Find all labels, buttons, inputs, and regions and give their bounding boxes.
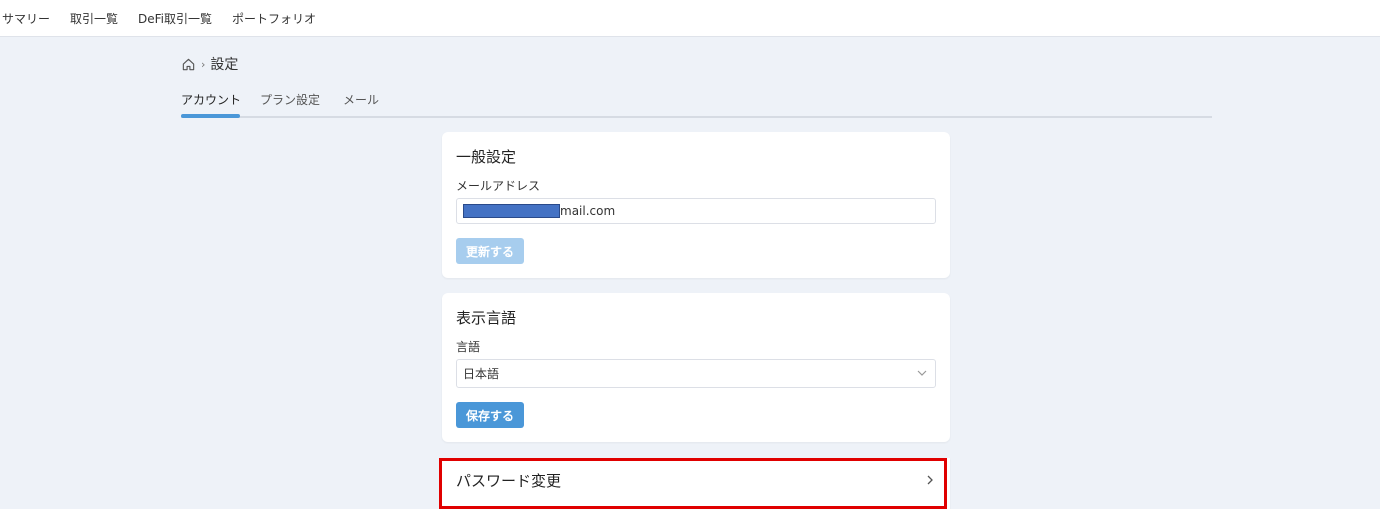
active-tab-indicator xyxy=(181,114,240,118)
general-settings-card: 一般設定 メールアドレス mail.com 更新する xyxy=(442,132,950,278)
email-label: メールアドレス xyxy=(456,179,541,193)
page-title: 設定 xyxy=(210,57,239,73)
chevron-right-icon xyxy=(927,475,933,485)
update-email-button[interactable]: 更新する xyxy=(456,238,525,264)
general-settings-heading: 一般設定 xyxy=(456,148,517,166)
password-change-card: パスワード変更 xyxy=(442,458,950,509)
chevron-down-icon xyxy=(917,370,927,376)
top-navigation: サマリー 取引一覧 DeFi取引一覧 ポートフォリオ xyxy=(0,0,1380,37)
save-language-button[interactable]: 保存する xyxy=(456,402,525,428)
password-change-label: パスワード変更 xyxy=(456,472,562,490)
breadcrumb: › 設定 xyxy=(181,54,238,74)
redacted-email-part xyxy=(463,204,560,218)
nav-transactions[interactable]: 取引一覧 xyxy=(70,10,118,27)
language-heading: 表示言語 xyxy=(456,309,517,327)
tab-plan-settings[interactable]: プラン設定 xyxy=(260,91,320,108)
tab-account[interactable]: アカウント xyxy=(181,91,241,108)
language-field-label: 言語 xyxy=(456,340,481,354)
language-select[interactable]: 日本語 xyxy=(456,359,936,388)
tab-mail[interactable]: メール xyxy=(343,91,379,108)
password-change-row[interactable]: パスワード変更 xyxy=(442,458,950,509)
email-value: mail.com xyxy=(560,204,616,218)
language-selected-value: 日本語 xyxy=(463,367,500,381)
email-field[interactable]: mail.com xyxy=(456,198,936,224)
breadcrumb-separator: › xyxy=(201,57,206,71)
language-settings-card: 表示言語 言語 日本語 保存する xyxy=(442,293,950,442)
nav-portfolio[interactable]: ポートフォリオ xyxy=(232,10,316,27)
home-icon[interactable] xyxy=(181,57,196,72)
settings-tabs: アカウント プラン設定 メール xyxy=(181,88,1212,118)
nav-defi-transactions[interactable]: DeFi取引一覧 xyxy=(138,10,212,27)
nav-summary[interactable]: サマリー xyxy=(2,10,50,27)
